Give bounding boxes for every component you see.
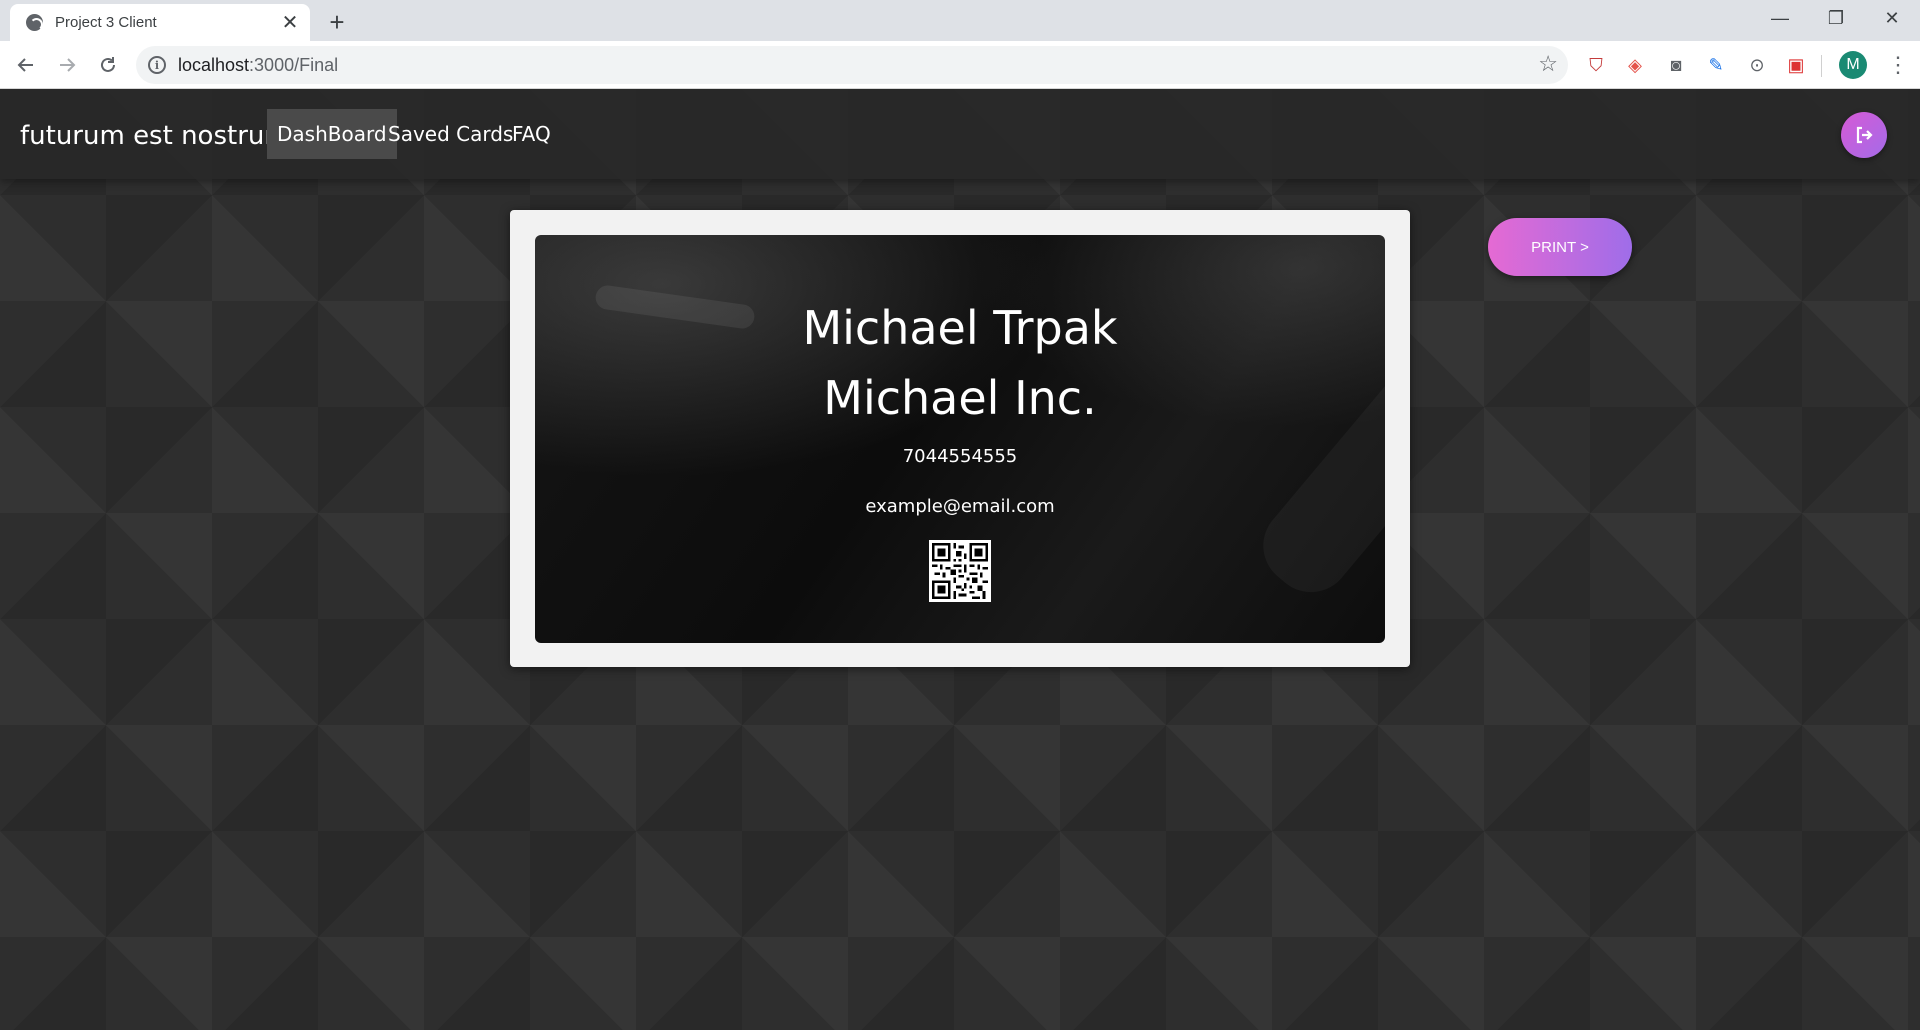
qr-code-icon	[929, 540, 991, 602]
card-email: example@email.com	[865, 496, 1055, 517]
code-extension-icon[interactable]: ⊙	[1744, 52, 1770, 78]
logout-icon	[1856, 126, 1873, 144]
browser-toolbar: i localhost:3000/Final ☆ ⛉ ◈ ◙ ✎ ⊙ ▣ M ⋮	[0, 41, 1920, 89]
card-phone: 7044554555	[902, 446, 1018, 467]
reload-button[interactable]	[92, 49, 124, 81]
puzzle-extension-icon[interactable]: ▣	[1783, 52, 1809, 78]
card-name: Michael Trpak	[802, 301, 1118, 355]
info-icon[interactable]: i	[148, 56, 166, 74]
business-card: Michael Trpak Michael Inc. 7044554555 ex…	[535, 235, 1385, 643]
star-icon[interactable]: ☆	[1538, 51, 1558, 77]
app-navbar: futurum est nostrum DashBoard Saved Card…	[0, 89, 1920, 179]
arrow-left-icon	[17, 58, 33, 72]
video-extension-icon[interactable]: ◈	[1622, 52, 1648, 78]
print-button[interactable]: PRINT >	[1488, 218, 1632, 276]
tab-close-icon[interactable]: ✕	[278, 11, 302, 35]
new-tab-button[interactable]: +	[322, 7, 352, 37]
pen-extension-icon[interactable]: ✎	[1703, 52, 1729, 78]
nav-faq[interactable]: FAQ	[502, 109, 561, 159]
arrow-right-icon	[60, 58, 76, 72]
profile-avatar[interactable]: M	[1839, 51, 1867, 79]
reload-icon	[101, 57, 115, 72]
minimize-icon[interactable]: —	[1752, 0, 1808, 37]
url-text: localhost:3000/Final	[178, 55, 339, 75]
close-window-icon[interactable]: ✕	[1864, 0, 1920, 37]
address-bar[interactable]: i localhost:3000/Final ☆	[136, 46, 1568, 84]
brand-logo[interactable]: futurum est nostrum	[20, 121, 290, 151]
card-company: Michael Inc.	[823, 371, 1097, 425]
pocket-extension-icon[interactable]: ⛉	[1583, 52, 1609, 78]
card-preview-frame: Michael Trpak Michael Inc. 7044554555 ex…	[510, 210, 1410, 667]
globe-icon	[26, 14, 43, 31]
camera-extension-icon[interactable]: ◙	[1663, 52, 1689, 78]
page-background: futurum est nostrum DashBoard Saved Card…	[0, 89, 1920, 1030]
browser-tab[interactable]: Project 3 Client ✕	[10, 4, 310, 41]
restore-icon[interactable]: ❐	[1808, 0, 1864, 37]
toolbar-divider	[1821, 55, 1822, 77]
logout-button[interactable]	[1841, 112, 1887, 158]
more-menu-icon[interactable]: ⋮	[1884, 51, 1912, 79]
back-button[interactable]	[10, 49, 42, 81]
tab-title: Project 3 Client	[55, 14, 157, 31]
forward-button[interactable]	[51, 49, 83, 81]
browser-tabstrip: Project 3 Client ✕ + — ❐ ✕	[0, 0, 1920, 41]
